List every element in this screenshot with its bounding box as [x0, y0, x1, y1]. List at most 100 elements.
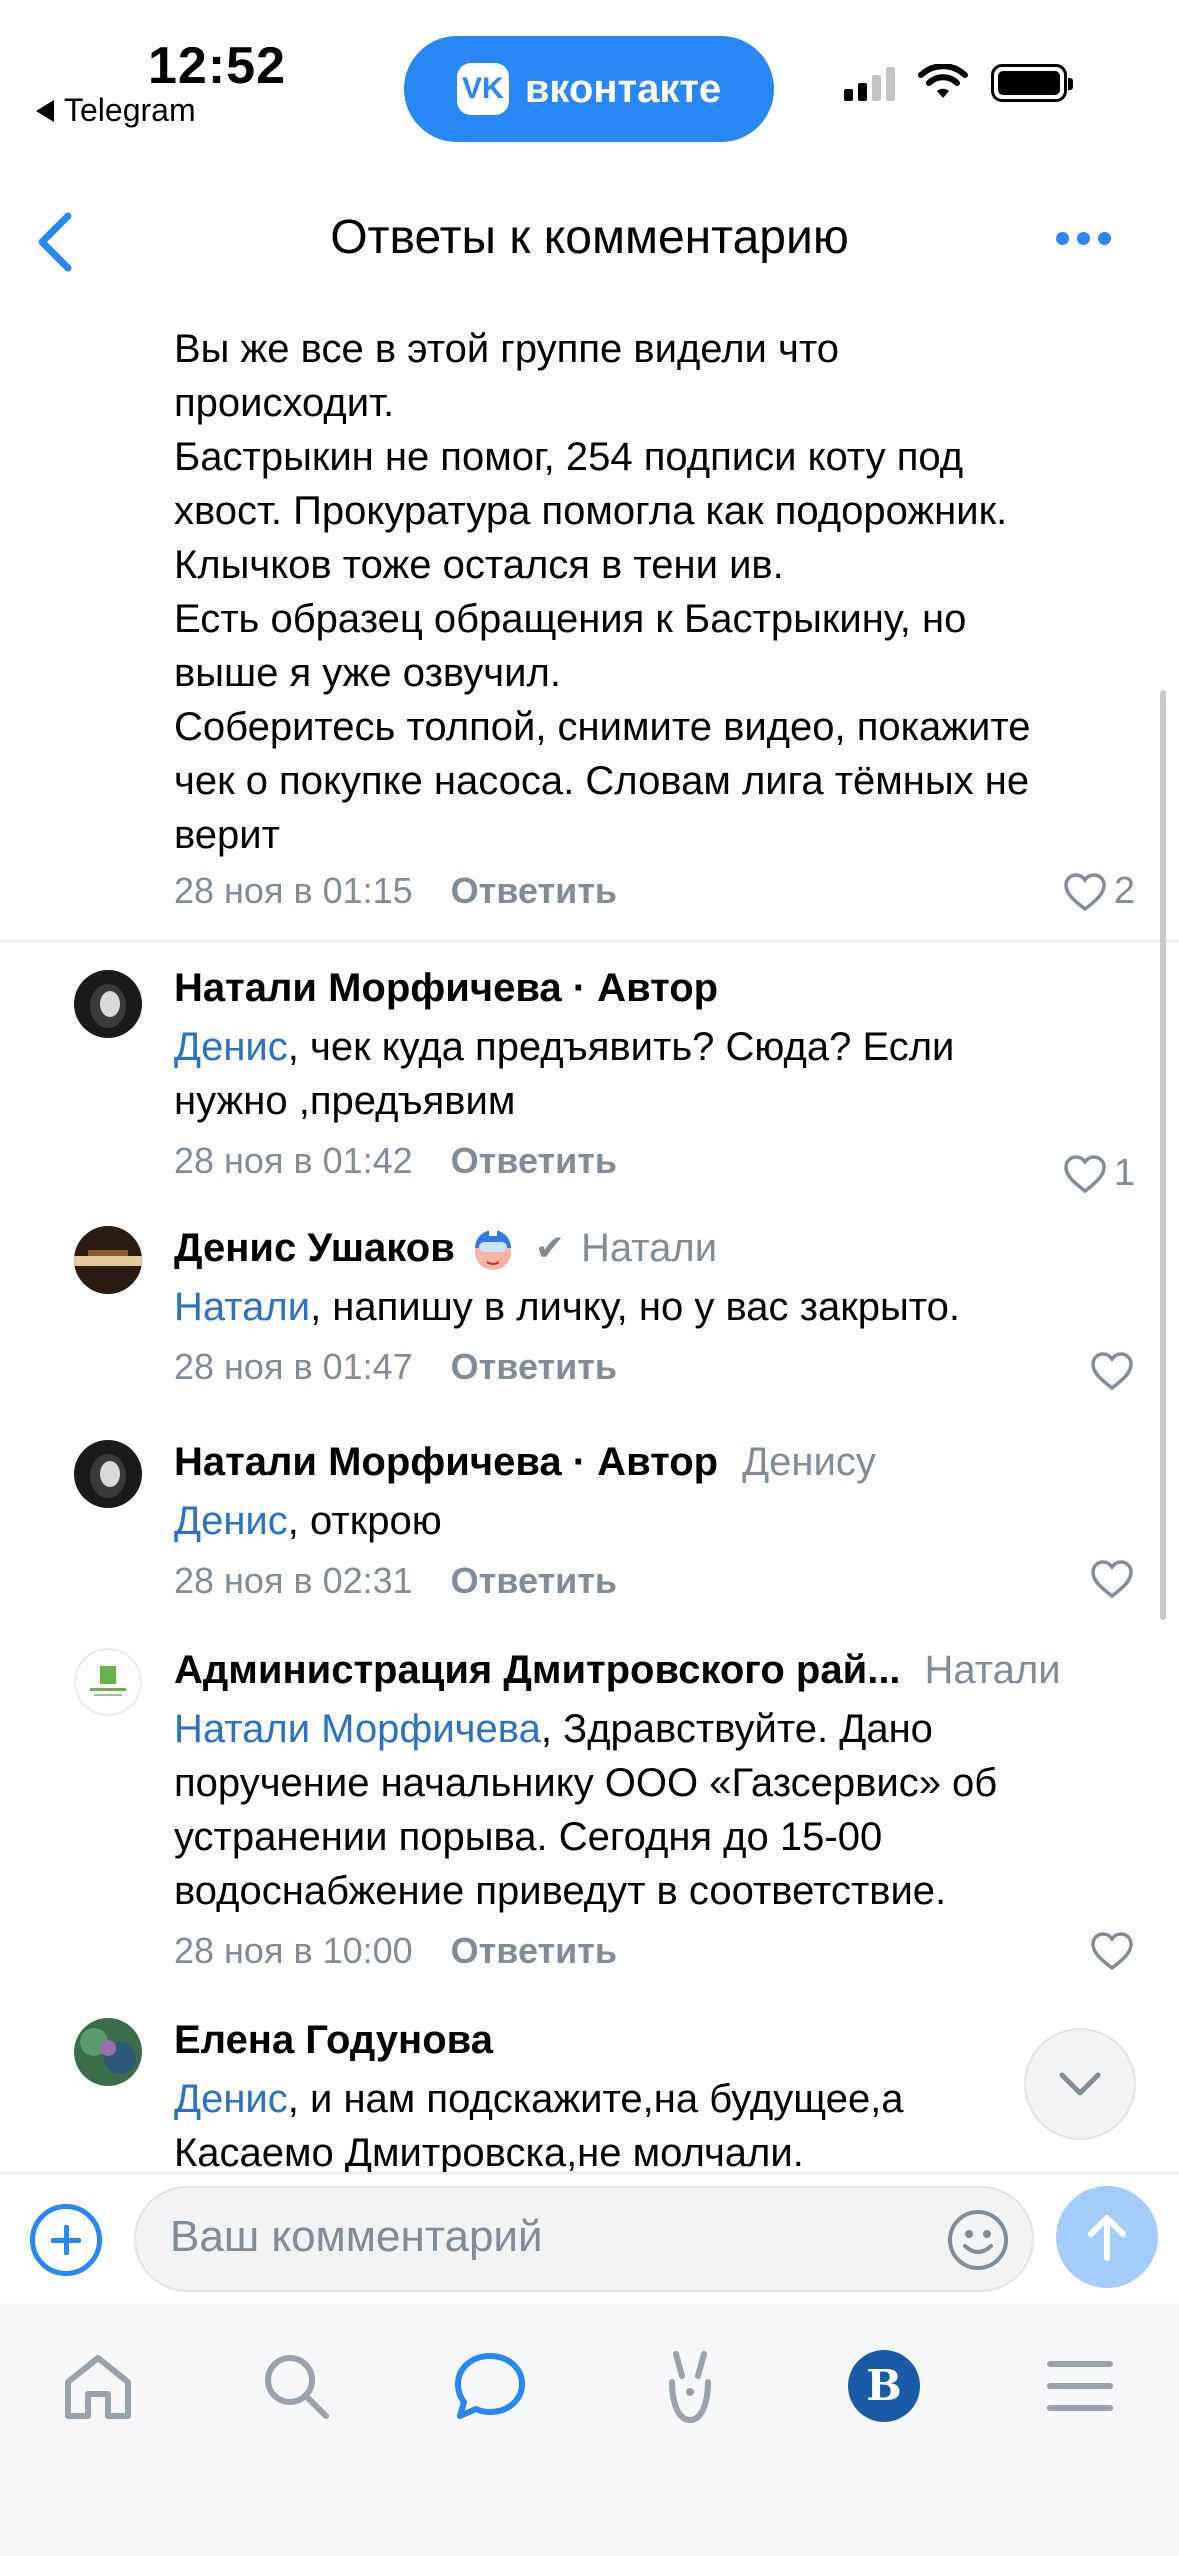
mention-link[interactable]: Денис — [174, 1499, 288, 1543]
author-name[interactable]: Натали Морфичева · Автор — [174, 962, 718, 1014]
avatar[interactable] — [74, 1648, 142, 1716]
comment-text-part: , напишу в личку, но у вас закрыто. — [310, 1285, 960, 1329]
comment-meta: 28 ноя в 10:00 Ответить — [174, 1930, 1154, 1972]
like-count: 1 — [1113, 1152, 1135, 1194]
parent-comment-text: Вы же все в этой группе видели что проис… — [174, 322, 1134, 862]
mention-link[interactable]: Денис — [174, 1025, 288, 1069]
comment-line: Вы же все в этой группе видели что — [174, 327, 839, 371]
comment-input-wrapper[interactable] — [134, 2186, 1034, 2292]
reply-button[interactable]: Ответить — [451, 1140, 617, 1182]
author-name[interactable]: Елена Годунова — [174, 2014, 493, 2066]
mention-link[interactable]: Денис — [174, 2077, 288, 2121]
reply-target[interactable]: Натали — [581, 1222, 717, 1274]
clips-icon — [669, 2351, 711, 2424]
home-icon — [65, 2355, 131, 2419]
comment-text: Денис, открою — [174, 1494, 1154, 1548]
comment-text-part: , Здравствуйте. Дано — [540, 1707, 933, 1751]
mention-link[interactable]: Натали Морфичева — [174, 1707, 541, 1751]
comment-header: Елена Годунова — [174, 2014, 1154, 2066]
reply-button[interactable]: Ответить — [451, 1930, 617, 1972]
comment-line: хвост. Прокуратура помогла как подорожни… — [174, 489, 1008, 533]
comment-body: Елена Годунова Денис, и нам подскажите,н… — [174, 2014, 1154, 2172]
chevron-down-icon — [1059, 2072, 1101, 2096]
replied-to-check-icon: ✔ — [534, 1227, 565, 1268]
comment-text-part: , открою — [287, 1499, 442, 1543]
comment-composer — [0, 2172, 1179, 2302]
tab-home[interactable] — [58, 2346, 138, 2426]
comment-input[interactable] — [170, 2212, 870, 2262]
scrollbar[interactable] — [1160, 690, 1166, 1620]
page-title: Ответы к комментарию — [330, 211, 849, 264]
tab-vk-services[interactable]: B — [844, 2346, 924, 2426]
comment-text-line3: устранении порыва. Сегодня до 15-00 — [174, 1815, 883, 1859]
navigation-header: Ответы к комментарию — [0, 180, 1179, 300]
replies-feed[interactable]: Вы же все в этой группе видели что проис… — [0, 300, 1179, 2172]
tab-search[interactable] — [256, 2346, 336, 2426]
comment-line: чек о покупке насоса. Словам лига тёмных… — [174, 759, 1030, 803]
reply-target[interactable]: Натали — [925, 1644, 1061, 1696]
comment-text-part: , и нам подскажите,на будущее,а — [287, 2077, 904, 2121]
like-button[interactable] — [1089, 1350, 1135, 1392]
comment-meta: 28 ноя в 01:42 Ответить — [174, 1140, 1154, 1182]
reply-button[interactable]: Ответить — [451, 1346, 617, 1388]
scroll-down-button[interactable] — [1024, 2028, 1136, 2140]
comment-text: Натали Морфичева, Здравствуйте. Дано — [174, 1702, 1154, 1756]
avatar[interactable] — [74, 2018, 142, 2086]
tab-clips[interactable] — [650, 2346, 730, 2426]
comment-header: Натали Морфичева · Автор — [174, 962, 1154, 1014]
comment-date: 28 ноя в 10:00 — [174, 1930, 413, 1971]
status-time: 12:52 — [148, 37, 286, 95]
comment-text: Денис, и нам подскажите,на будущее,а — [174, 2072, 1154, 2126]
reply-button[interactable]: Ответить — [451, 1560, 617, 1602]
comment-line: происходит. — [174, 381, 395, 425]
avatar[interactable] — [74, 1440, 142, 1508]
comment-line: Бастрыкин не помог, 254 подписи коту под — [174, 435, 964, 479]
vk-services-icon: B — [848, 2350, 920, 2422]
comment-meta: 28 ноя в 02:31 Ответить — [174, 1560, 1154, 1602]
avatar-emoji-icon — [474, 1230, 511, 1270]
like-button[interactable] — [1089, 1558, 1135, 1600]
comment-body: Натали Морфичева · Автор Денис, чек куда… — [174, 962, 1154, 1182]
bottom-tab-bar: B — [0, 2302, 1179, 2556]
back-to-telegram[interactable]: Telegram — [36, 92, 196, 129]
vk-dynamic-island-pill[interactable]: VK вконтакте — [404, 36, 774, 142]
author-name[interactable]: Администрация Дмитровского рай... — [174, 1644, 901, 1696]
more-horizontal-icon[interactable] — [1056, 232, 1111, 245]
heart-icon — [1091, 1932, 1133, 1971]
arrow-up-icon — [1088, 2215, 1126, 2261]
add-attachment-icon[interactable] — [30, 2204, 102, 2276]
comment-text: Натали, напишу в личку, но у вас закрыто… — [174, 1280, 1154, 1334]
send-button[interactable] — [1056, 2186, 1158, 2288]
emoji-smile-icon[interactable] — [946, 2208, 1010, 2272]
mention-link[interactable]: Натали — [174, 1285, 310, 1329]
author-name[interactable]: Денис Ушаков — [174, 1222, 455, 1274]
like-button[interactable]: 2 — [1062, 870, 1135, 913]
comment-header: Денис Ушаков ✔ Натали — [174, 1222, 1154, 1274]
reply-button[interactable]: Ответить — [451, 870, 617, 912]
battery-icon — [991, 64, 1073, 102]
status-bar: 12:52 Telegram VK вконтакте — [0, 0, 1179, 180]
reply-target[interactable]: Денису — [742, 1436, 876, 1488]
comment-date: 28 ноя в 02:31 — [174, 1560, 413, 1601]
vk-logo-icon: VK — [456, 63, 509, 115]
comment-body: Натали Морфичева · Автор Денису Денис, о… — [174, 1436, 1154, 1602]
tab-messages[interactable] — [450, 2346, 530, 2426]
author-name[interactable]: Натали Морфичева · Автор — [174, 1436, 718, 1488]
comment-header: Администрация Дмитровского рай... Натали — [174, 1644, 1154, 1696]
wifi-icon — [918, 64, 968, 98]
parent-comment-meta: 28 ноя в 01:15 Ответить — [174, 870, 1134, 912]
heart-icon — [1091, 1560, 1133, 1599]
back-app-label: Telegram — [64, 92, 196, 128]
comment-date: 28 ноя в 01:47 — [174, 1346, 413, 1387]
comment-line: Клычков тоже остался в тени ив. — [174, 543, 784, 587]
comment-text-part: , чек куда предъявить? Сюда? Если — [287, 1025, 955, 1069]
like-button[interactable]: 1 — [1062, 1152, 1135, 1195]
tab-menu[interactable] — [1040, 2346, 1120, 2426]
avatar[interactable] — [74, 970, 142, 1038]
avatar[interactable] — [74, 1226, 142, 1294]
comment-header: Натали Морфичева · Автор Денису — [174, 1436, 1154, 1488]
like-button[interactable] — [1089, 1930, 1135, 1972]
back-triangle-icon — [36, 99, 54, 122]
divider — [0, 940, 1179, 942]
comment-body: Денис Ушаков ✔ Натали Натали, напишу в л… — [174, 1222, 1154, 1388]
